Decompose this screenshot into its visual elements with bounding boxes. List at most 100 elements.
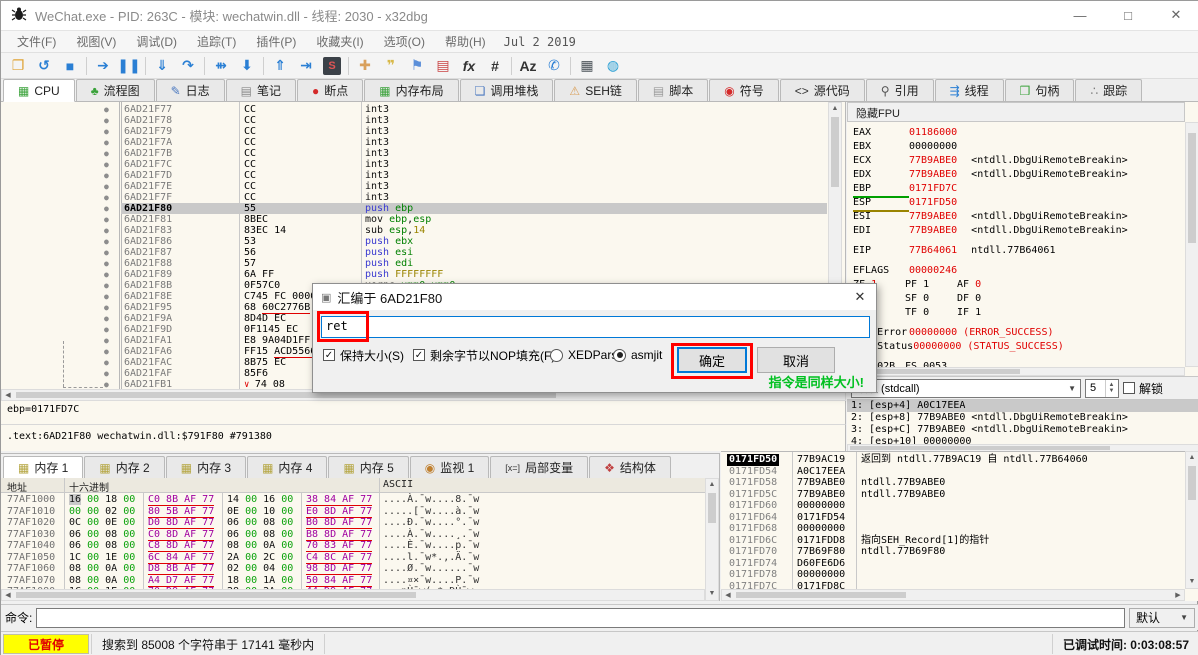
- breakpoint-dot-icon[interactable]: ●: [104, 357, 109, 368]
- stack-row[interactable]: 0171FD54A0C17EEA: [721, 466, 1198, 478]
- pause-icon[interactable]: ❚❚: [116, 55, 142, 77]
- register-row[interactable]: EDX77B9ABE0<ntdll.DbgUiRemoteBreakin>: [853, 168, 1183, 182]
- breakpoint-dot-icon[interactable]: ●: [104, 126, 109, 137]
- register-row[interactable]: ZF 1PF 1AF 0: [853, 278, 1183, 292]
- tab-CPU[interactable]: ▦CPU: [3, 79, 75, 102]
- breakpoint-dot-icon[interactable]: ●: [104, 203, 109, 214]
- scroll-up-icon[interactable]: ▲: [829, 104, 841, 114]
- tab-线程[interactable]: ⇶线程: [935, 79, 1004, 101]
- stack-row[interactable]: 0171FD640171FD54: [721, 512, 1198, 524]
- breakpoint-dot-icon[interactable]: ●: [104, 324, 109, 335]
- disasm-row[interactable]: ●6AD21F896A FFpush FFFFFFFF: [1, 269, 845, 280]
- breakpoint-dot-icon[interactable]: ●: [104, 214, 109, 225]
- tab-脚本[interactable]: ▤脚本: [638, 79, 708, 101]
- breakpoint-dot-icon[interactable]: ●: [104, 192, 109, 203]
- breakpoint-dot-icon[interactable]: ●: [104, 115, 109, 126]
- tab-监视 1[interactable]: ◉监视 1: [410, 456, 490, 478]
- step-over-icon[interactable]: ↷: [175, 55, 201, 77]
- tab-符号[interactable]: ◉符号: [709, 79, 779, 101]
- memory-row[interactable]: 77AF107008 00 0A 00A4 D7 AF 7718 00 1A 0…: [1, 575, 719, 587]
- tab-断点[interactable]: ●断点: [297, 79, 363, 101]
- open-file-icon[interactable]: ❐: [5, 55, 31, 77]
- stack-row[interactable]: 0171FD6800000000: [721, 523, 1198, 535]
- checkbox-剩余字节以NOP填充(F)[interactable]: ✓剩余字节以NOP填充(F): [413, 347, 555, 363]
- help-globe-icon[interactable]: ◍: [600, 55, 626, 77]
- comments-icon[interactable]: ❞: [378, 55, 404, 77]
- breakpoint-dot-icon[interactable]: ●: [104, 346, 109, 357]
- register-row[interactable]: EIP77B64061ntdll.77B64061: [853, 244, 1183, 258]
- argument-row[interactable]: 3: [esp+C] 77B9ABE0 <ntdll.DbgUiRemoteBr…: [847, 424, 1198, 436]
- menu-item[interactable]: 选项(O): [374, 31, 435, 52]
- memory-row[interactable]: 77AF10501C 00 1E 006C 84 AF 772A 00 2C 0…: [1, 552, 719, 564]
- memory-row[interactable]: 77AF10200C 00 0E 00D0 8D AF 7706 00 08 0…: [1, 517, 719, 529]
- dialog-title-bar[interactable]: ▣ 汇编于 6AD21F80: [313, 284, 876, 310]
- disasm-row[interactable]: ●6AD21F7CCCint3: [1, 159, 845, 170]
- breakpoint-dot-icon[interactable]: ●: [104, 291, 109, 302]
- memory-row[interactable]: 77AF103006 00 08 00C0 8D AF 7706 00 08 0…: [1, 529, 719, 541]
- scroll-down-icon[interactable]: ▼: [706, 589, 718, 599]
- run-icon[interactable]: ➔: [90, 55, 116, 77]
- command-mode-select[interactable]: 默认 ▼: [1129, 608, 1195, 628]
- run-to-user-code-icon[interactable]: ⇥: [293, 55, 319, 77]
- arg-depth-spinner[interactable]: 5 ▲▼: [1085, 379, 1119, 398]
- breakpoint-dot-icon[interactable]: ●: [104, 313, 109, 324]
- scroll-right-icon[interactable]: ▶: [1173, 591, 1183, 601]
- stack-row[interactable]: 0171FD6000000000: [721, 500, 1198, 512]
- cancel-button[interactable]: 取消: [757, 347, 835, 373]
- tab-流程图[interactable]: ♣流程图: [76, 79, 155, 101]
- breakpoint-dot-icon[interactable]: ●: [104, 280, 109, 291]
- tab-笔记[interactable]: ▤笔记: [226, 79, 296, 101]
- memory-row[interactable]: 77AF106008 00 0A 00D8 8B AF 7702 00 04 0…: [1, 563, 719, 575]
- scroll-left-icon[interactable]: ◀: [3, 391, 13, 401]
- dialog-close-icon[interactable]: ✕: [844, 284, 876, 310]
- breakpoint-dot-icon[interactable]: ●: [104, 170, 109, 181]
- breakpoint-dot-icon[interactable]: ●: [104, 335, 109, 346]
- disasm-row[interactable]: ●6AD21F7ACCint3: [1, 137, 845, 148]
- tab-跟踪[interactable]: ∴跟踪: [1075, 79, 1142, 101]
- tab-句柄[interactable]: ❒句柄: [1005, 79, 1075, 101]
- memory-row[interactable]: 77AF100016 00 18 00C0 8B AF 7714 00 16 0…: [1, 494, 719, 506]
- disasm-row[interactable]: ●6AD21F8756push esi: [1, 247, 845, 258]
- register-row[interactable]: EFLAGS00000246: [853, 264, 1183, 278]
- register-row[interactable]: ECX77B9ABE0<ntdll.DbgUiRemoteBreakin>: [853, 154, 1183, 168]
- calling-convention-select[interactable]: 默认 (stdcall) ▼: [851, 379, 1081, 398]
- stack-row[interactable]: 0171FD7077B69F80ntdll.77B69F80: [721, 546, 1198, 558]
- scroll-left-icon[interactable]: ◀: [3, 591, 13, 601]
- tab-结构体[interactable]: ❖结构体: [589, 456, 671, 478]
- scroll-left-icon[interactable]: ◀: [723, 591, 733, 601]
- checkbox-icon[interactable]: ✓: [323, 349, 335, 361]
- breakpoint-dot-icon[interactable]: ●: [104, 104, 109, 115]
- disasm-row[interactable]: ●6AD21F77CCint3: [1, 104, 845, 115]
- breakpoint-dot-icon[interactable]: ●: [104, 236, 109, 247]
- functions-icon[interactable]: fx: [456, 55, 482, 77]
- stack-row[interactable]: 0171FD5077B9AC19返回到 ntdll.77B9AC19 自 ntd…: [721, 454, 1198, 466]
- register-row[interactable]: LastError00000000 (ERROR_SUCCESS): [853, 326, 1183, 340]
- command-input[interactable]: [36, 608, 1125, 628]
- registers-horizontal-scrollbar[interactable]: [847, 367, 1185, 376]
- disasm-row[interactable]: ●6AD21F78CCint3: [1, 115, 845, 126]
- step-into-icon[interactable]: ⇓: [149, 55, 175, 77]
- tab-SEH链[interactable]: ⚠SEH链: [554, 79, 636, 101]
- patches-icon[interactable]: ✚: [352, 55, 378, 77]
- disasm-row[interactable]: ●6AD21F818BECmov ebp,esp: [1, 214, 845, 225]
- scroll-up-icon[interactable]: ▲: [1186, 453, 1198, 463]
- hash-icon[interactable]: #: [482, 55, 508, 77]
- tab-内存 4[interactable]: ▦内存 4: [247, 456, 327, 478]
- memory-row[interactable]: 77AF104006 00 08 00C8 8D AF 7708 00 0A 0…: [1, 540, 719, 552]
- settings-s-icon[interactable]: S: [319, 55, 345, 77]
- tab-内存 1[interactable]: ▦内存 1: [3, 456, 83, 479]
- register-row[interactable]: EBP0171FD7C: [853, 182, 1183, 196]
- stack-row[interactable]: 0171FD5877B9ABE0ntdll.77B9ABE0: [721, 477, 1198, 489]
- calculator-icon[interactable]: ▦: [574, 55, 600, 77]
- execute-till-return-icon[interactable]: ⇑: [267, 55, 293, 77]
- checkbox-保持大小(S)[interactable]: ✓保持大小(S): [323, 347, 404, 363]
- disasm-row[interactable]: ●6AD21F7BCCint3: [1, 148, 845, 159]
- register-row[interactable]: OF 0SF 0DF 0: [853, 292, 1183, 306]
- memory-row[interactable]: 77AF101000 00 02 0080 5B AF 770E 00 10 0…: [1, 506, 719, 518]
- registers-panel[interactable]: 隐藏FPU EAX01186000EBX00000000ECX77B9ABE0<…: [847, 102, 1198, 399]
- menu-item[interactable]: 视图(V): [66, 31, 126, 52]
- radio-icon[interactable]: [613, 349, 626, 362]
- menu-item[interactable]: 帮助(H): [435, 31, 496, 52]
- minimize-icon[interactable]: —: [1063, 3, 1097, 27]
- checkbox-icon[interactable]: ✓: [413, 349, 425, 361]
